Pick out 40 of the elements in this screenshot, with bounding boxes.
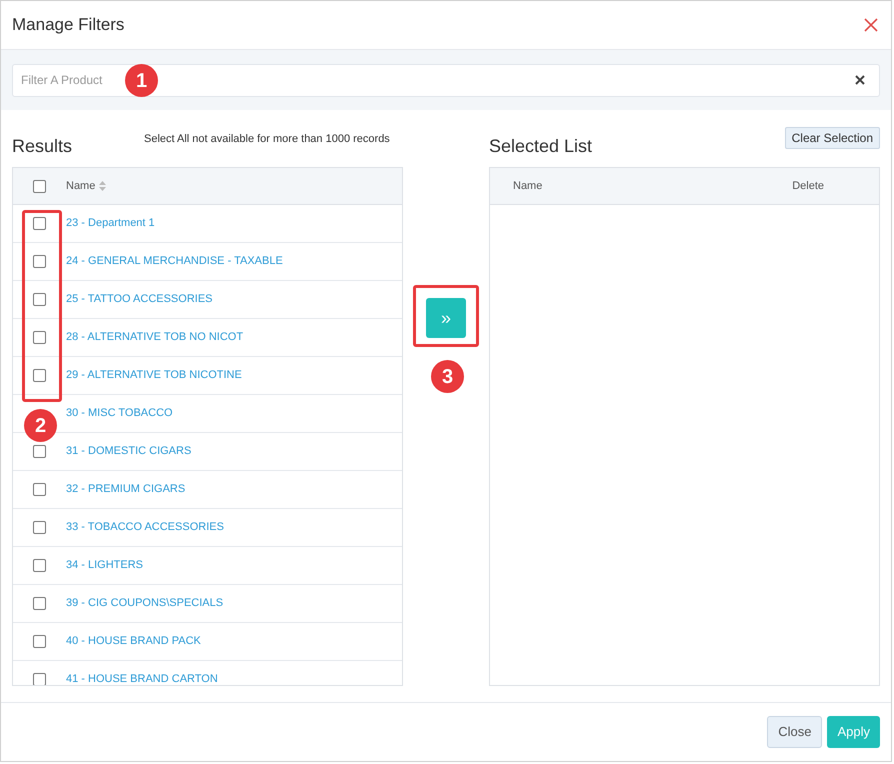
item-link[interactable]: 29 - ALTERNATIVE TOB NICOTINE xyxy=(66,367,242,384)
checkbox[interactable] xyxy=(33,293,46,306)
move-button[interactable]: » xyxy=(426,298,466,338)
close-icon[interactable] xyxy=(862,16,880,34)
checkbox[interactable] xyxy=(33,597,46,610)
checkbox[interactable] xyxy=(33,635,46,648)
item-link[interactable]: 41 - HOUSE BRAND CARTON xyxy=(66,671,218,685)
checkbox[interactable] xyxy=(33,483,46,496)
item-link[interactable]: 25 - TATTOO ACCESSORIES xyxy=(66,291,213,308)
dialog-title: Manage Filters xyxy=(12,14,124,36)
item-link[interactable]: 33 - TOBACCO ACCESSORIES xyxy=(66,519,224,536)
section-title: Selected List xyxy=(489,135,592,158)
item-link[interactable]: 30 - MISC TOBACCO xyxy=(66,405,173,422)
item-link[interactable]: 24 - GENERAL MERCHANDISE - TAXABLE xyxy=(66,253,283,270)
checkbox[interactable] xyxy=(33,673,46,685)
item-link[interactable]: 28 - ALTERNATIVE TOB NO NICOT xyxy=(66,329,244,346)
item-link[interactable]: 39 - CIG COUPONS\SPECIALS xyxy=(66,595,224,612)
checkbox[interactable] xyxy=(33,559,46,572)
checkbox[interactable] xyxy=(33,180,46,192)
checkbox[interactable] xyxy=(33,445,46,458)
item-link[interactable]: 23 - Department 1 xyxy=(66,215,155,232)
checkbox[interactable] xyxy=(33,331,46,344)
item-link[interactable]: 34 - LIGHTERS xyxy=(66,557,144,574)
column-header[interactable]: Name xyxy=(66,178,106,194)
item-link[interactable]: 40 - HOUSE BRAND PACK xyxy=(66,633,201,650)
section-title: Results xyxy=(12,135,74,158)
column-header: Delete xyxy=(792,178,824,194)
apply-button[interactable]: Apply xyxy=(827,716,880,748)
checkbox[interactable] xyxy=(33,521,46,534)
checkbox[interactable] xyxy=(33,255,46,268)
clear-icon[interactable] xyxy=(854,74,866,86)
item-link[interactable]: 32 - PREMIUM CIGARS xyxy=(66,481,186,498)
close-button[interactable]: Close xyxy=(767,716,822,748)
checkbox[interactable] xyxy=(33,217,46,230)
clear-selection-button[interactable]: Clear Selection xyxy=(784,127,880,149)
checkbox[interactable] xyxy=(33,369,46,382)
info-text: Select All not available for more than 1000 records xyxy=(144,132,390,147)
item-link[interactable]: 31 - DOMESTIC CIGARS xyxy=(66,443,192,460)
highlight-frame xyxy=(413,285,479,347)
column-header: Name xyxy=(513,178,542,194)
